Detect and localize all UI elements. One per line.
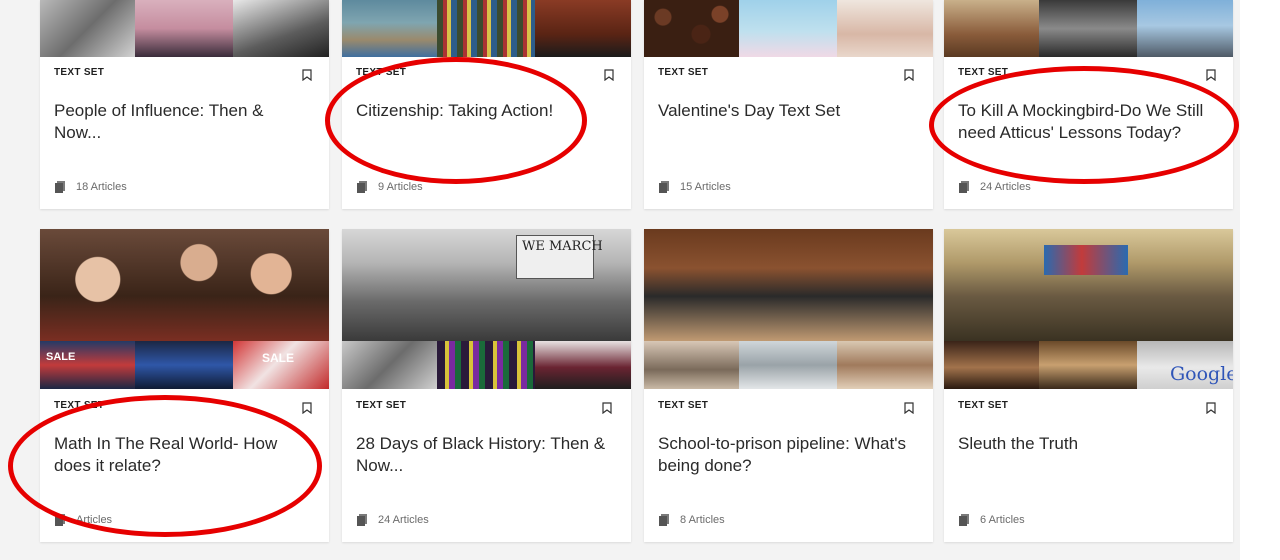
article-count: Articles bbox=[54, 514, 112, 526]
text-set-card[interactable]: TEXT SET People of Influence: Then & Now… bbox=[40, 0, 329, 209]
card-thumbnail[interactable]: SALE SALE bbox=[40, 229, 329, 389]
text-set-card[interactable]: TEXT SET To Kill A Mockingbird-Do We Sti… bbox=[944, 0, 1233, 209]
text-set-card[interactable]: TEXT SET School-to-prison pipeline: What… bbox=[644, 229, 933, 542]
article-count-text: 15 Articles bbox=[680, 181, 731, 193]
card-type-label: TEXT SET bbox=[958, 400, 1009, 411]
text-set-grid: TEXT SET People of Influence: Then & Now… bbox=[0, 0, 1280, 560]
card-type-label: TEXT SET bbox=[356, 67, 407, 78]
bookmark-icon[interactable] bbox=[904, 402, 914, 414]
card-title[interactable]: People of Influence: Then & Now... bbox=[54, 100, 315, 144]
card-thumbnail[interactable] bbox=[644, 0, 933, 57]
stack-icon bbox=[55, 514, 65, 526]
article-count: 18 Articles bbox=[54, 181, 127, 193]
card-title[interactable]: To Kill A Mockingbird-Do We Still need A… bbox=[958, 100, 1219, 144]
thumbnail-sign-text: WE MARCH bbox=[522, 239, 603, 254]
stack-icon bbox=[659, 514, 669, 526]
bookmark-icon[interactable] bbox=[904, 69, 914, 81]
card-thumbnail[interactable] bbox=[944, 0, 1233, 57]
article-count-text: 6 Articles bbox=[980, 514, 1025, 526]
thumbnail-sale-text: SALE bbox=[262, 351, 295, 365]
bookmark-icon[interactable] bbox=[604, 69, 614, 81]
card-type-label: TEXT SET bbox=[54, 400, 105, 411]
card-thumbnail[interactable] bbox=[644, 229, 933, 389]
card-title[interactable]: Math In The Real World- How does it rela… bbox=[54, 433, 315, 477]
article-count: 9 Articles bbox=[356, 181, 423, 193]
article-count: 8 Articles bbox=[658, 514, 725, 526]
card-thumbnail[interactable] bbox=[342, 0, 631, 57]
bookmark-icon[interactable] bbox=[302, 402, 312, 414]
card-type-label: TEXT SET bbox=[658, 400, 709, 411]
card-thumbnail[interactable] bbox=[40, 0, 329, 57]
stack-icon bbox=[959, 181, 969, 193]
stack-icon bbox=[959, 514, 969, 526]
card-title[interactable]: 28 Days of Black History: Then & Now... bbox=[356, 433, 617, 477]
text-set-card[interactable]: TEXT SET Citizenship: Taking Action! 9 A… bbox=[342, 0, 631, 209]
article-count-text: 9 Articles bbox=[378, 181, 423, 193]
card-thumbnail[interactable]: Google bbox=[944, 229, 1233, 389]
card-title[interactable]: Valentine's Day Text Set bbox=[658, 100, 919, 122]
text-set-card[interactable]: Google TEXT SET Sleuth the Truth 6 Artic… bbox=[944, 229, 1233, 542]
page-gutter bbox=[1240, 0, 1280, 560]
stack-icon bbox=[357, 181, 367, 193]
article-count-text: 8 Articles bbox=[680, 514, 725, 526]
article-count: 15 Articles bbox=[658, 181, 731, 193]
card-type-label: TEXT SET bbox=[958, 67, 1009, 78]
article-count-text: Articles bbox=[76, 514, 113, 526]
card-title[interactable]: Sleuth the Truth bbox=[958, 433, 1219, 455]
card-type-label: TEXT SET bbox=[356, 400, 407, 411]
article-count: 24 Articles bbox=[356, 514, 429, 526]
stack-icon bbox=[357, 514, 367, 526]
text-set-card[interactable]: WE MARCH TEXT SET 28 Days of Black Histo… bbox=[342, 229, 631, 542]
card-title[interactable]: Citizenship: Taking Action! bbox=[356, 100, 617, 122]
bookmark-icon[interactable] bbox=[1206, 402, 1216, 414]
card-title[interactable]: School-to-prison pipeline: What's being … bbox=[658, 433, 919, 477]
article-count-text: 24 Articles bbox=[980, 181, 1031, 193]
stack-icon bbox=[659, 181, 669, 193]
thumbnail-sale-text: SALE bbox=[46, 351, 76, 363]
article-count: 6 Articles bbox=[958, 514, 1025, 526]
article-count-text: 18 Articles bbox=[76, 181, 127, 193]
card-type-label: TEXT SET bbox=[54, 67, 105, 78]
article-count-text: 24 Articles bbox=[378, 514, 429, 526]
card-thumbnail[interactable]: WE MARCH bbox=[342, 229, 631, 389]
thumbnail-google-text: Google bbox=[1170, 363, 1233, 385]
stack-icon bbox=[55, 181, 65, 193]
bookmark-icon[interactable] bbox=[602, 402, 612, 414]
article-count: 24 Articles bbox=[958, 181, 1031, 193]
bookmark-icon[interactable] bbox=[302, 69, 312, 81]
text-set-card[interactable]: TEXT SET Valentine's Day Text Set 15 Art… bbox=[644, 0, 933, 209]
card-type-label: TEXT SET bbox=[658, 67, 709, 78]
bookmark-icon[interactable] bbox=[1206, 69, 1216, 81]
text-set-card[interactable]: SALE SALE TEXT SET Math In The Real Worl… bbox=[40, 229, 329, 542]
